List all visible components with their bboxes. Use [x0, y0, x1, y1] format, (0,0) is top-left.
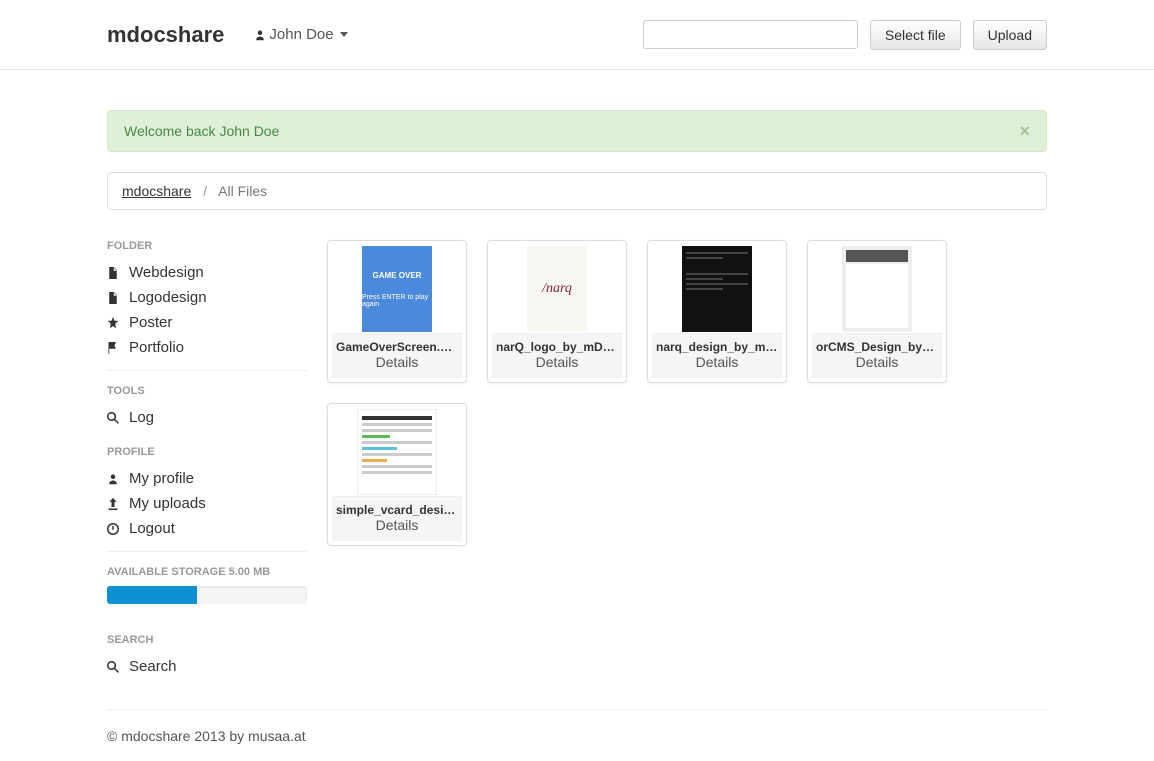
- sidebar-item-label: My profile: [129, 470, 194, 487]
- sidebar-item-label: Portfolio: [129, 339, 184, 356]
- user-icon: [107, 473, 121, 485]
- search-icon: [107, 661, 121, 673]
- user-dropdown[interactable]: John Doe: [254, 26, 347, 43]
- user-icon: [254, 29, 266, 41]
- sidebar-item-webdesign[interactable]: Webdesign: [107, 260, 307, 285]
- file-name: orCMS_Design_by_mD_0...: [816, 340, 938, 354]
- star-icon: [107, 317, 121, 329]
- file-name: narQ_logo_by_mD_06.jpg: [496, 340, 618, 354]
- file-thumbnail[interactable]: simple_vcard_design_...Details: [327, 403, 467, 546]
- footer-text: © mdocshare 2013 by musaa.at: [107, 728, 306, 744]
- thumbnail-image: [652, 245, 782, 333]
- flag-icon: [107, 342, 121, 354]
- chevron-down-icon: [340, 32, 348, 37]
- file-grid: GAME OVERPress ENTER to play again GameOv…: [327, 240, 1047, 679]
- sidebar-item-myuploads[interactable]: My uploads: [107, 491, 307, 516]
- folder-header: FOLDER: [107, 240, 307, 252]
- sidebar-item-label: Poster: [129, 314, 172, 331]
- details-link[interactable]: Details: [496, 354, 618, 370]
- breadcrumb-sep: /: [203, 183, 207, 199]
- user-name: John Doe: [269, 26, 333, 43]
- breadcrumb-current: All Files: [218, 183, 267, 199]
- search-header: SEARCH: [107, 634, 307, 646]
- breadcrumb-root[interactable]: mdocshare: [122, 183, 191, 199]
- file-icon: [107, 292, 121, 304]
- sidebar-item-poster[interactable]: Poster: [107, 310, 307, 335]
- sidebar-item-myprofile[interactable]: My profile: [107, 466, 307, 491]
- sidebar-item-label: Logodesign: [129, 289, 207, 306]
- storage-progress: [107, 586, 307, 604]
- power-icon: [107, 523, 121, 535]
- file-icon: [107, 267, 121, 279]
- upload-icon: [107, 498, 121, 510]
- file-thumbnail[interactable]: narq_design_by_mD_06.pn...Details: [647, 240, 787, 383]
- sidebar-item-search[interactable]: Search: [107, 654, 307, 679]
- sidebar-item-portfolio[interactable]: Portfolio: [107, 335, 307, 360]
- thumbnail-image: GAME OVERPress ENTER to play again: [332, 245, 462, 333]
- sidebar-item-label: Search: [129, 658, 177, 675]
- sidebar: FOLDER Webdesign Logodesign Poster Portf…: [107, 240, 307, 679]
- file-thumbnail[interactable]: GAME OVERPress ENTER to play again GameOv…: [327, 240, 467, 383]
- profile-header: PROFILE: [107, 446, 307, 458]
- select-file-button[interactable]: Select file: [870, 20, 961, 50]
- search-icon: [107, 412, 121, 424]
- brand-link[interactable]: mdocshare: [107, 22, 224, 48]
- upload-button[interactable]: Upload: [973, 20, 1047, 50]
- sidebar-item-log[interactable]: Log: [107, 405, 307, 430]
- navbar: mdocshare John Doe Select file Upload: [0, 0, 1154, 70]
- file-thumbnail[interactable]: orCMS_Design_by_mD_0...Details: [807, 240, 947, 383]
- tools-header: TOOLS: [107, 385, 307, 397]
- sidebar-item-label: Logout: [129, 520, 175, 537]
- sidebar-item-logout[interactable]: Logout: [107, 516, 307, 541]
- details-link[interactable]: Details: [816, 354, 938, 370]
- storage-progress-bar: [107, 586, 197, 604]
- storage-header: AVAILABLE STORAGE 5.00 MB: [107, 566, 307, 578]
- breadcrumb: mdocshare / All Files: [107, 172, 1047, 210]
- alert-message: Welcome back John Doe: [124, 123, 279, 139]
- sidebar-item-logodesign[interactable]: Logodesign: [107, 285, 307, 310]
- sidebar-item-label: Webdesign: [129, 264, 204, 281]
- sidebar-item-label: My uploads: [129, 495, 206, 512]
- sidebar-item-label: Log: [129, 409, 154, 426]
- file-name: simple_vcard_design_...: [336, 503, 458, 517]
- details-link[interactable]: Details: [336, 517, 458, 533]
- thumbnail-image: [812, 245, 942, 333]
- alert-close-button[interactable]: ×: [1019, 121, 1030, 142]
- welcome-alert: Welcome back John Doe ×: [107, 110, 1047, 152]
- details-link[interactable]: Details: [336, 354, 458, 370]
- file-input[interactable]: [643, 20, 858, 49]
- file-name: narq_design_by_mD_06.pn...: [656, 340, 778, 354]
- details-link[interactable]: Details: [656, 354, 778, 370]
- footer: © mdocshare 2013 by musaa.at: [107, 709, 1047, 744]
- thumbnail-image: /narq: [492, 245, 622, 333]
- file-thumbnail[interactable]: /narq narQ_logo_by_mD_06.jpgDetails: [487, 240, 627, 383]
- file-name: GameOverScreen.png: [336, 340, 458, 354]
- thumbnail-image: [332, 408, 462, 496]
